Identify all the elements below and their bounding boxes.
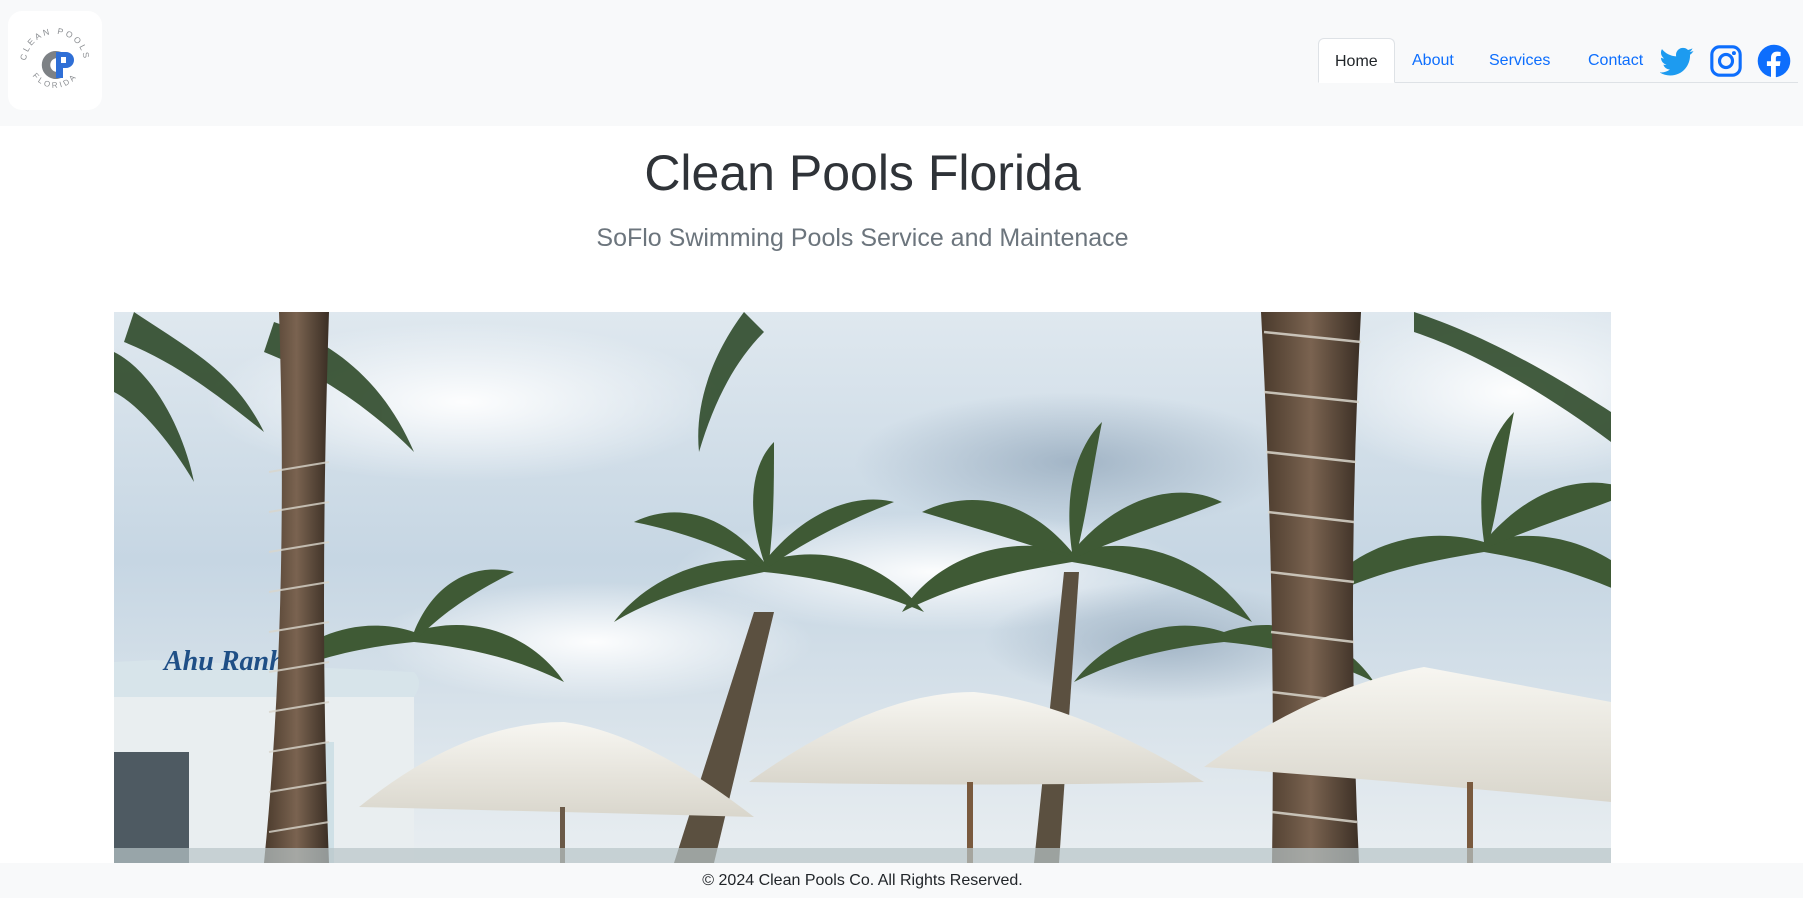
brand-logo[interactable]: CLEAN POOLS FLORIDA xyxy=(8,11,102,110)
hero-image-palm-trees-umbrellas: Ahu Ranh xyxy=(114,312,1611,863)
page-subtitle: SoFlo Swimming Pools Service and Mainten… xyxy=(596,224,1129,252)
nav-tab-home[interactable]: Home xyxy=(1318,38,1395,83)
site-footer: © 2024 Clean Pools Co. All Rights Reserv… xyxy=(0,863,1803,898)
facebook-link[interactable] xyxy=(1757,44,1791,78)
facebook-icon xyxy=(1757,44,1791,78)
instagram-icon xyxy=(1710,45,1742,77)
twitter-icon xyxy=(1659,47,1694,76)
clean-pools-logo-icon: CLEAN POOLS FLORIDA xyxy=(18,26,90,90)
nav-tab-services[interactable]: Services xyxy=(1473,38,1566,83)
twitter-link[interactable] xyxy=(1659,44,1694,78)
copyright-text: © 2024 Clean Pools Co. All Rights Reserv… xyxy=(702,872,1023,889)
page-title: Clean Pools Florida xyxy=(644,145,1081,201)
instagram-link[interactable] xyxy=(1709,44,1743,78)
svg-text:Ahu Ranh: Ahu Ranh xyxy=(162,646,285,677)
nav-tab-about[interactable]: About xyxy=(1396,38,1470,83)
nav-tab-contact[interactable]: Contact xyxy=(1572,38,1659,83)
site-header: CLEAN POOLS FLORIDA Home About Services … xyxy=(0,0,1803,126)
